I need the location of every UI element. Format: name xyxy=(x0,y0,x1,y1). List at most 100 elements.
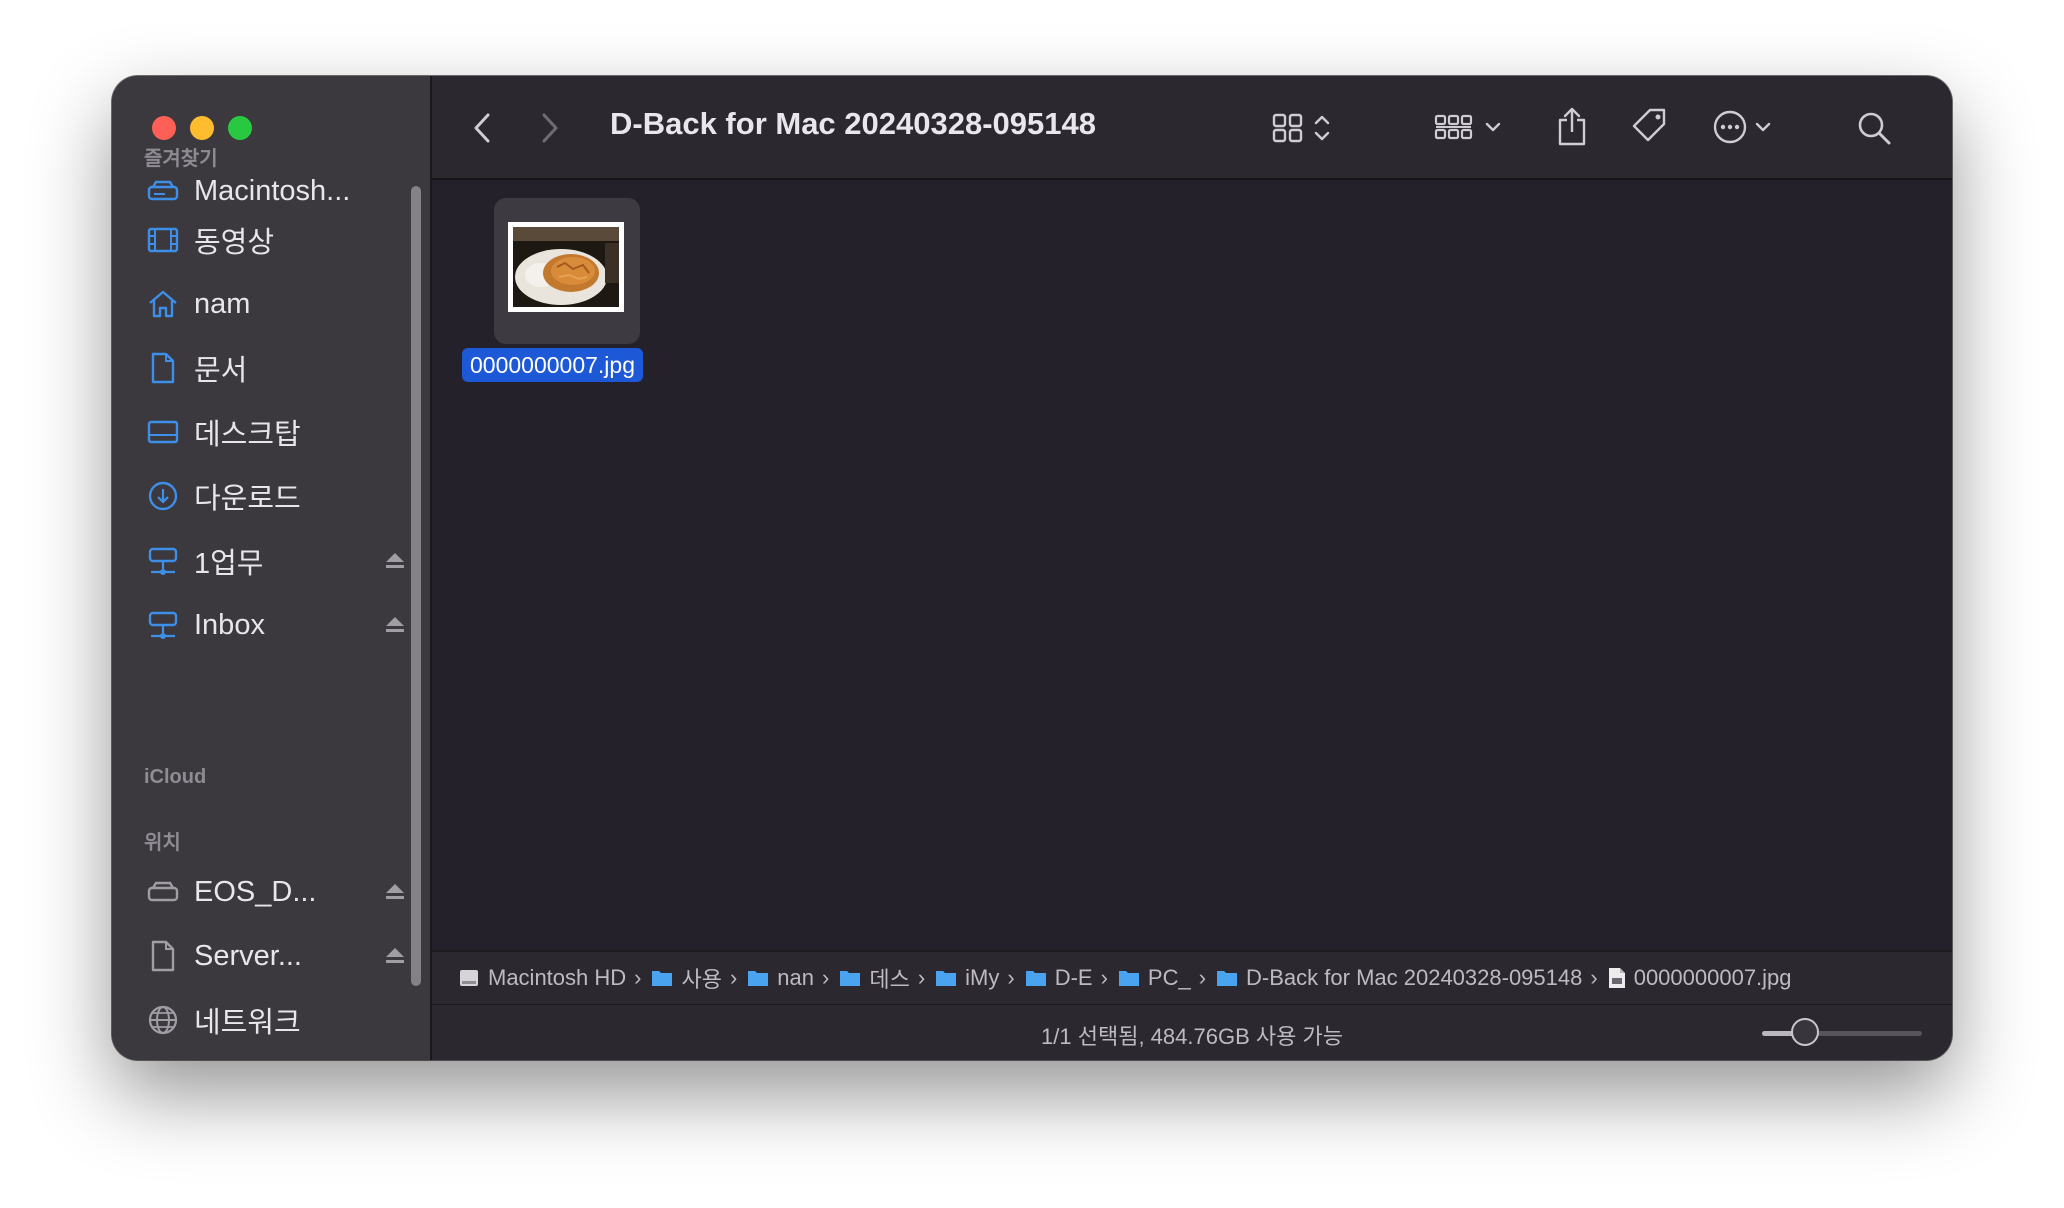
sidebar-item-work-share[interactable]: 1업무 xyxy=(146,535,416,587)
sidebar-section-icloud: iCloud xyxy=(144,766,207,788)
breadcrumb-label: PC_ xyxy=(1147,965,1191,990)
sidebar-item-label: Inbox xyxy=(194,608,265,641)
eject-icon[interactable] xyxy=(384,613,406,635)
sidebar-item-documents[interactable]: 문서 xyxy=(146,342,416,394)
group-by-icon[interactable] xyxy=(1432,108,1512,148)
more-actions-icon[interactable] xyxy=(1712,106,1784,148)
file-thumbnail-selection[interactable] xyxy=(494,198,640,344)
sidebar-item-inbox[interactable]: Inbox xyxy=(146,599,416,651)
forward-icon[interactable] xyxy=(536,108,564,148)
hard-drive-icon xyxy=(458,967,480,989)
breadcrumb-label: iMy xyxy=(965,965,1000,990)
film-icon xyxy=(146,223,180,257)
eject-icon[interactable] xyxy=(384,880,406,902)
breadcrumb-item[interactable]: iMy › xyxy=(935,965,1025,991)
breadcrumb-label: 데스 xyxy=(869,967,910,992)
sidebar-item-label: 1업무 xyxy=(194,548,264,580)
folder-icon xyxy=(651,968,673,988)
sidebar-item-label: EOS_D... xyxy=(194,875,317,908)
minimize-button[interactable] xyxy=(190,116,214,140)
eject-icon[interactable] xyxy=(384,549,406,571)
sidebar-section-locations: 위치 xyxy=(144,832,181,854)
breadcrumb-item[interactable]: 0000000007.jpg xyxy=(1608,965,1792,991)
breadcrumb-label: 0000000007.jpg xyxy=(1633,965,1792,990)
folder-icon xyxy=(935,968,957,988)
sidebar-item-eos-drive[interactable]: EOS_D... xyxy=(146,866,416,918)
sidebar-item-downloads[interactable]: 다운로드 xyxy=(146,470,416,522)
folder-icon xyxy=(839,968,861,988)
back-icon[interactable] xyxy=(468,108,496,148)
chevron-right-icon: › xyxy=(634,965,642,990)
breadcrumb-label: D-Back for Mac 20240328-095148 xyxy=(1246,965,1583,990)
sidebar-item-label: 다운로드 xyxy=(194,483,301,515)
chevron-right-icon: › xyxy=(1590,965,1598,990)
folder-icon xyxy=(1216,968,1238,988)
file-icon xyxy=(1608,967,1626,989)
network-drive-icon xyxy=(146,544,180,578)
path-bar: Macintosh HD › 사용 › nan › 데스 › iMy › D-E… xyxy=(432,950,1952,1004)
main-pane: D-Back for Mac 20240328-095148 000000000… xyxy=(432,76,1952,1060)
breadcrumb-label: D-E xyxy=(1054,965,1093,990)
folder-icon xyxy=(1025,968,1047,988)
sidebar-item-label: 동영상 xyxy=(194,227,275,259)
server-document-icon xyxy=(146,939,180,973)
breadcrumb-item[interactable]: nan › xyxy=(747,965,839,991)
status-text: 1/1 선택됨, 484.76GB 사용 가능 xyxy=(1041,1024,1343,1049)
chevron-right-icon: › xyxy=(1100,965,1108,990)
finder-window: 즐겨찾기 Macintosh... 동영상 nam 문서 데스크탑 다운로드 1… xyxy=(112,76,1952,1060)
breadcrumb-label: 사용 xyxy=(681,967,722,992)
search-icon[interactable] xyxy=(1852,106,1896,150)
window-controls xyxy=(152,116,252,140)
external-drive-icon xyxy=(146,875,180,909)
home-icon xyxy=(146,287,180,321)
hard-drive-icon xyxy=(146,174,180,208)
eject-icon[interactable] xyxy=(384,944,406,966)
breadcrumb-item[interactable]: D-E › xyxy=(1025,965,1118,991)
chevron-right-icon: › xyxy=(917,965,926,990)
icon-size-slider[interactable] xyxy=(1762,1018,1922,1046)
sidebar-item-macintosh-hd[interactable]: Macintosh... xyxy=(146,165,416,217)
sidebar-item-server[interactable]: Server... xyxy=(146,930,416,982)
network-drive-icon xyxy=(146,608,180,642)
sidebar-item-label: Macintosh... xyxy=(194,174,351,207)
view-mode-icon[interactable] xyxy=(1270,108,1342,148)
globe-icon xyxy=(146,1003,180,1037)
close-button[interactable] xyxy=(152,116,176,140)
slider-knob[interactable] xyxy=(1791,1018,1820,1046)
chevron-right-icon: › xyxy=(1007,965,1015,990)
chevron-right-icon: › xyxy=(729,965,738,990)
file-name-label[interactable]: 0000000007.jpg xyxy=(462,348,643,382)
image-thumbnail xyxy=(508,222,624,312)
sidebar-item-label: 네트워크 xyxy=(194,1007,301,1039)
sidebar-item-home[interactable]: nam xyxy=(146,278,416,330)
sidebar-item-label: 데스크탑 xyxy=(194,419,301,451)
breadcrumb-item[interactable]: 사용 › xyxy=(651,962,747,994)
breadcrumb-item[interactable]: D-Back for Mac 20240328-095148 › xyxy=(1216,965,1608,991)
zoom-button[interactable] xyxy=(228,116,252,140)
download-icon xyxy=(146,479,180,513)
sidebar: 즐겨찾기 Macintosh... 동영상 nam 문서 데스크탑 다운로드 1… xyxy=(112,76,432,1060)
document-icon xyxy=(146,351,180,385)
sidebar-item-desktop[interactable]: 데스크탑 xyxy=(146,406,416,458)
desktop-icon xyxy=(146,415,180,449)
folder-icon xyxy=(747,968,769,988)
file-area[interactable]: 0000000007.jpg xyxy=(432,180,1952,950)
folder-icon xyxy=(1118,968,1140,988)
breadcrumb-item[interactable]: 데스 › xyxy=(839,962,935,994)
chevron-right-icon: › xyxy=(1198,965,1207,990)
breadcrumb-label: nan xyxy=(777,965,815,990)
sidebar-item-label: nam xyxy=(194,287,251,320)
toolbar: D-Back for Mac 20240328-095148 xyxy=(432,76,1952,180)
tag-icon[interactable] xyxy=(1628,104,1672,148)
sidebar-item-label: 문서 xyxy=(194,355,248,387)
window-title: D-Back for Mac 20240328-095148 xyxy=(610,106,1096,141)
share-icon[interactable] xyxy=(1552,102,1592,150)
sidebar-scrollbar[interactable] xyxy=(411,186,421,986)
breadcrumb-item[interactable]: Macintosh HD › xyxy=(458,965,651,991)
status-bar: 1/1 선택됨, 484.76GB 사용 가능 xyxy=(432,1004,1952,1060)
breadcrumb-item[interactable]: PC_ › xyxy=(1118,965,1216,991)
sidebar-item-network[interactable]: 네트워크 xyxy=(146,994,416,1046)
sidebar-item-label: Server... xyxy=(194,939,302,972)
sidebar-item-movies[interactable]: 동영상 xyxy=(146,214,416,266)
chevron-right-icon: › xyxy=(822,965,830,990)
